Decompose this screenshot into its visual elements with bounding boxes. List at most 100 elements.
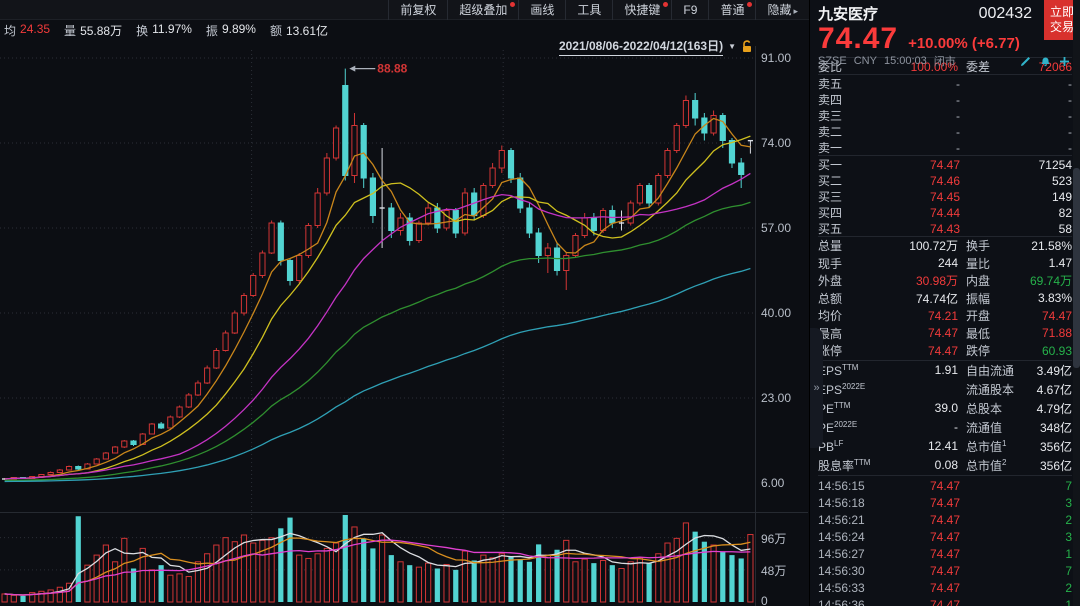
add-icon[interactable] — [1059, 56, 1070, 67]
menu-item-前复权[interactable]: 前复权 — [388, 0, 447, 20]
chart-column: 前复权超级叠加画线工具快捷键F9普通隐藏▸ 均24.35量55.88万换11.9… — [0, 0, 810, 606]
chart-toolbar: 前复权超级叠加画线工具快捷键F9普通隐藏▸ — [0, 0, 809, 20]
exchange-label: SZSE — [818, 55, 847, 67]
fundamental-label-right: 流通值 — [958, 419, 1018, 436]
stat-pair: 换11.97% — [136, 22, 192, 39]
quote-header: 九安医疗 002432 立即交易 74.47 +10.00% (+6.77) S… — [818, 0, 1072, 58]
stat-pair: 均24.35 — [4, 22, 50, 39]
volume-axis-tick: 0 — [761, 594, 768, 606]
panel-scrollbar — [1073, 0, 1080, 606]
ask-row[interactable]: 卖一-- — [818, 139, 1072, 155]
fundamental-row: EPS2022E流通股本4.67亿 — [818, 380, 1072, 399]
fundamental-value-right: 3.49亿 — [1018, 362, 1072, 379]
menu-item-快捷键[interactable]: 快捷键 — [612, 0, 671, 20]
ask-row-qty: - — [960, 77, 1072, 91]
tick-volume: 1 — [960, 598, 1072, 606]
menu-item-超级叠加[interactable]: 超级叠加 — [447, 0, 518, 20]
price-axis-line — [755, 46, 756, 606]
ask-row-label: 卖五 — [818, 75, 864, 92]
bid-row-qty: 82 — [960, 206, 1072, 220]
bid-row-label: 买三 — [818, 188, 864, 205]
ask-book: 卖五--卖四--卖三--卖二--卖一-- — [818, 75, 1072, 156]
stat-row: 总额74.74亿振幅3.83% — [818, 290, 1072, 308]
fundamental-value-right: 4.79亿 — [1018, 400, 1072, 417]
ask-row[interactable]: 卖三-- — [818, 107, 1072, 123]
fundamental-value-left: 0.08 — [880, 458, 958, 472]
panel-collapse-handle[interactable]: » — [810, 328, 823, 448]
menu-item-普通[interactable]: 普通 — [708, 0, 755, 20]
bid-row[interactable]: 买五74.4358 — [818, 220, 1072, 236]
volume-axis-tick: 96万 — [761, 530, 786, 547]
scrollbar-thumb[interactable] — [1073, 168, 1080, 368]
stat-value: 11.97% — [152, 22, 192, 39]
ask-row[interactable]: 卖二-- — [818, 123, 1072, 139]
ask-row[interactable]: 卖四-- — [818, 91, 1072, 107]
stat-value-right: 71.88 — [1016, 326, 1072, 340]
menu-item-F9[interactable]: F9 — [671, 0, 708, 20]
ask-row-price: - — [864, 77, 960, 91]
fundamental-row: PE2022E-流通值348亿 — [818, 418, 1072, 437]
stat-value-left: 244 — [864, 256, 958, 270]
ask-row-price: - — [864, 109, 960, 123]
tick-volume: 2 — [960, 513, 1072, 527]
menu-item-画线[interactable]: 画线 — [518, 0, 565, 20]
bid-row[interactable]: 买四74.4482 — [818, 204, 1072, 220]
fundamental-value-right: 4.67亿 — [1018, 381, 1072, 398]
fundamental-label-left: PE2022E — [818, 420, 880, 435]
ask-row-label: 卖一 — [818, 139, 864, 156]
fundamental-label-superscript: TTM — [854, 458, 870, 467]
tick-time: 14:56:27 — [818, 547, 886, 561]
price-axis-tick: 74.00 — [761, 136, 791, 150]
stat-value-left: 100.72万 — [864, 237, 958, 254]
stat-label: 换 — [136, 22, 148, 39]
stat-label-right: 振幅 — [958, 290, 1016, 307]
ask-row-label: 卖三 — [818, 107, 864, 124]
edit-pencil-icon[interactable] — [1020, 55, 1032, 67]
bid-row-label: 买二 — [818, 172, 864, 189]
bid-book: 买一74.4771254买二74.46523买三74.45149买四74.448… — [818, 156, 1072, 237]
menu-item-工具[interactable]: 工具 — [565, 0, 612, 20]
bid-row[interactable]: 买一74.4771254 — [818, 156, 1072, 172]
stat-value-right: 74.47 — [1016, 309, 1072, 323]
menu-item-隐藏[interactable]: 隐藏▸ — [755, 0, 809, 20]
fundamental-value-left: 12.41 — [880, 439, 958, 453]
stat-row: 总量100.72万换手21.58% — [818, 237, 1072, 255]
fundamental-label-left: PBLF — [818, 439, 880, 454]
stat-value-left: 74.47 — [864, 344, 958, 358]
stats-grid: 总量100.72万换手21.58%现手244量比1.47外盘30.98万内盘69… — [818, 237, 1072, 361]
tick-volume: 7 — [960, 564, 1072, 578]
alert-bell-icon[interactable] — [1040, 55, 1051, 67]
bid-row-price: 74.47 — [864, 158, 960, 172]
tick-price: 74.47 — [886, 581, 960, 595]
stat-label: 振 — [206, 22, 218, 39]
stat-value-right: 60.93 — [1016, 344, 1072, 358]
price-axis-tick: 57.00 — [761, 221, 791, 235]
fundamental-label-superscript: 2 — [1002, 458, 1006, 467]
tick-row: 14:56:2474.473 — [818, 529, 1072, 546]
fundamental-row: PBLF12.41总市值1356亿 — [818, 437, 1072, 456]
stat-label-left: 总量 — [818, 237, 864, 254]
bid-row[interactable]: 买三74.45149 — [818, 188, 1072, 204]
fundamental-label-left: EPS2022E — [818, 382, 880, 397]
volume-chart[interactable] — [0, 514, 755, 606]
tick-time: 14:56:15 — [818, 479, 886, 493]
fundamental-label-left: 股息率TTM — [818, 457, 880, 474]
time-sales-list[interactable]: 14:56:1574.47714:56:1874.47314:56:2174.4… — [818, 476, 1072, 606]
stat-label: 量 — [64, 22, 76, 39]
stat-label-right: 换手 — [958, 237, 1016, 254]
stat-value-left: 74.47 — [864, 326, 958, 340]
bid-row[interactable]: 买二74.46523 — [818, 172, 1072, 188]
currency-label: CNY — [854, 55, 877, 67]
tick-time: 14:56:36 — [818, 598, 886, 606]
ask-row[interactable]: 卖五-- — [818, 75, 1072, 91]
price-axis-tick: 40.00 — [761, 306, 791, 320]
stat-label-left: 现手 — [818, 255, 864, 272]
fundamental-label-superscript: 2022E — [834, 420, 857, 429]
stat-label-left: 外盘 — [818, 272, 864, 289]
kline-chart[interactable]: 88.88 — [0, 50, 755, 512]
notification-dot-icon — [510, 2, 515, 7]
stat-value: 9.89% — [222, 22, 256, 39]
tick-price: 74.47 — [886, 513, 960, 527]
fundamental-label-superscript: 2022E — [842, 382, 865, 391]
stat-value-left: 74.21 — [864, 309, 958, 323]
